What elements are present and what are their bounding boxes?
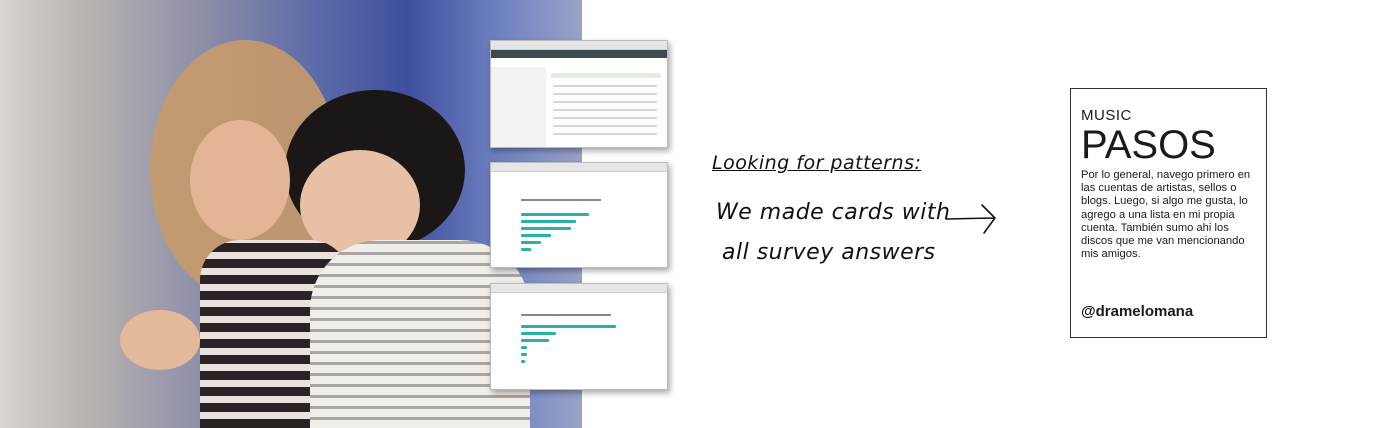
handwritten-line-2: all survey answers	[722, 240, 936, 265]
card-body: Por lo general, navego primero en las cu…	[1081, 169, 1251, 261]
survey-results-screenshot-2	[490, 283, 668, 390]
survey-results-screenshot-1	[490, 162, 668, 268]
handwritten-heading: Looking for patterns:	[712, 152, 922, 174]
card-handle: @dramelomana	[1081, 303, 1194, 320]
arrow-right-icon	[945, 204, 997, 234]
persona-card: MUSIC PASOS Por lo general, navego prime…	[1070, 88, 1267, 338]
card-title: PASOS	[1081, 123, 1216, 167]
survey-builder-screenshot	[490, 40, 668, 148]
card-category: MUSIC	[1081, 107, 1132, 124]
handwritten-line-1: We made cards with	[716, 200, 951, 225]
